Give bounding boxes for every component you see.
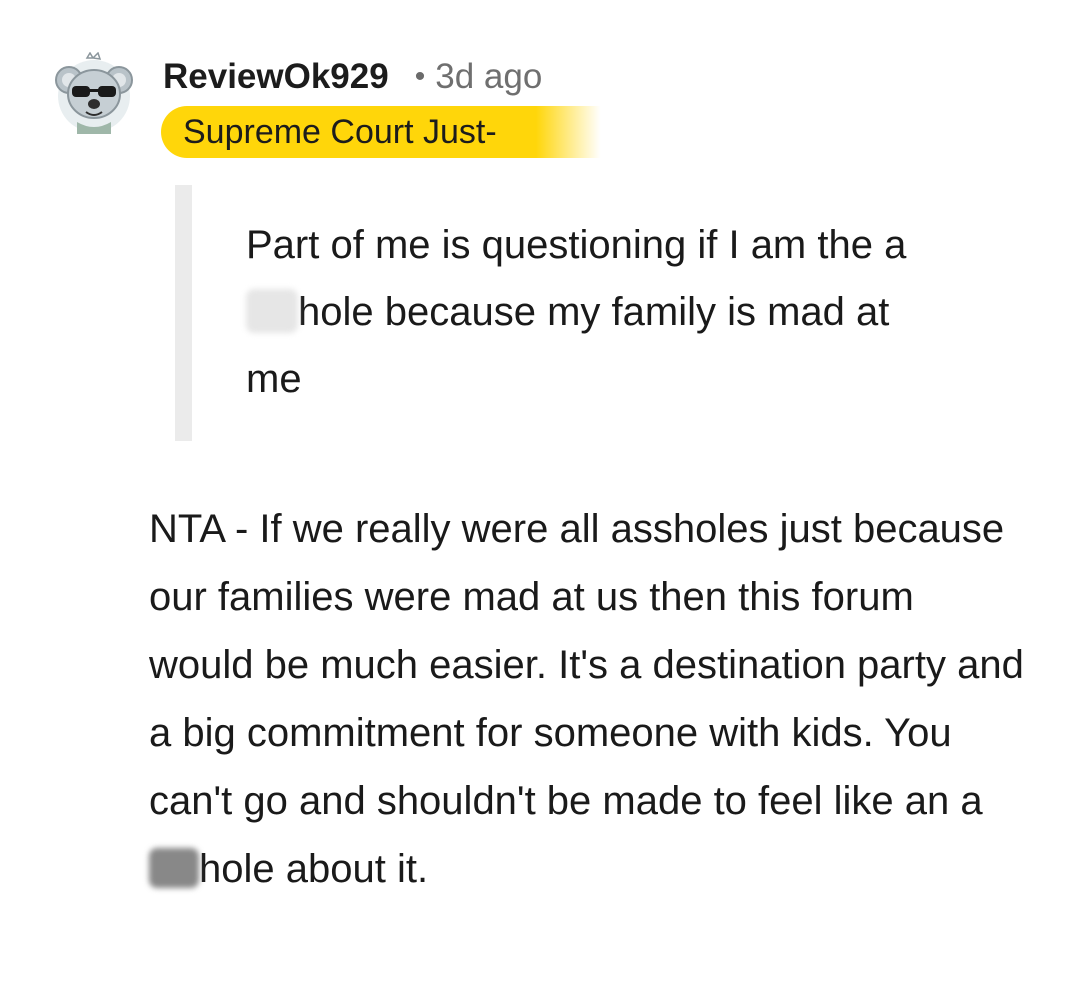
quote-bar (175, 185, 192, 441)
username[interactable]: ReviewOk929 (163, 57, 389, 97)
body-redaction (149, 848, 199, 889)
quote-text-start: Part of me is questioning if I am the a (246, 223, 907, 267)
timestamp: 3d ago (435, 57, 543, 96)
flair-text: Supreme Court Just- (183, 113, 497, 151)
flair-redaction (536, 106, 751, 158)
user-flair: Supreme Court Just- (161, 106, 751, 158)
quote-text-end: hole because my family is mad at me (246, 290, 890, 401)
separator-dot: • (414, 60, 426, 93)
comment-body-end: hole about it. (199, 847, 429, 891)
avatar[interactable] (55, 51, 133, 134)
quote-redaction (246, 289, 298, 334)
koala-sunglasses-icon (55, 51, 133, 134)
blockquote: Part of me is questioning if I am the a h… (175, 185, 975, 441)
comment-header: ReviewOk929 • 3d ago (163, 52, 542, 102)
comment-body: NTA - If we really were all assholes jus… (149, 495, 1029, 903)
quote-text: Part of me is questioning if I am the a h… (246, 212, 956, 413)
comment-body-start: NTA - If we really were all assholes jus… (149, 507, 1024, 823)
